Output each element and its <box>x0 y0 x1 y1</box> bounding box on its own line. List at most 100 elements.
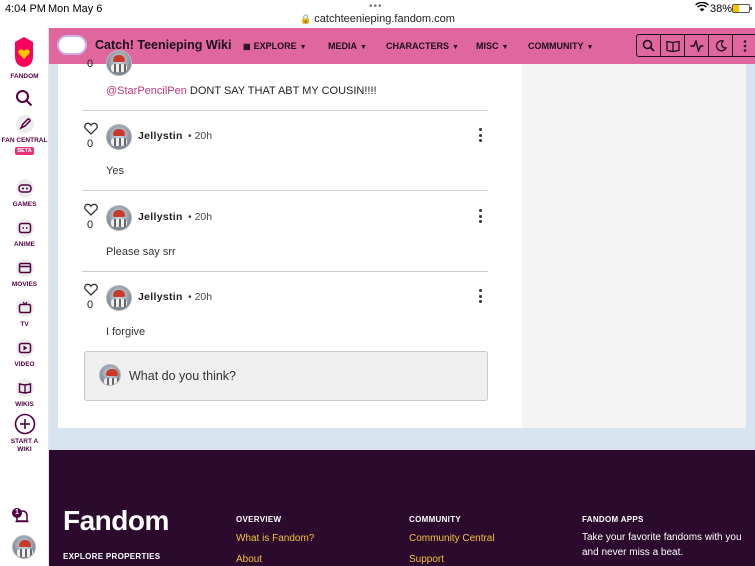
heart-icon[interactable] <box>84 283 98 296</box>
fandom-apps-text: Take your favorite fandoms with you and … <box>582 532 742 558</box>
comment-text: @StarPencilPen DONT SAY THAT ABT MY COUS… <box>106 85 377 97</box>
moon-icon <box>715 39 727 51</box>
theme-toggle-button[interactable] <box>709 35 733 56</box>
clapperboard-icon <box>15 259 34 277</box>
author-name[interactable]: Jellystin <box>138 211 183 223</box>
chevron-down-icon: ▼ <box>360 44 367 51</box>
fandom-logo-icon[interactable] <box>12 36 36 68</box>
nav-label: CHARACTERS <box>386 41 449 51</box>
like-count: 0 <box>87 299 94 311</box>
heart-icon[interactable] <box>84 203 98 216</box>
timestamp-value: 20h <box>194 291 213 303</box>
rail-label: FAN CENTRAL <box>1 137 48 144</box>
timestamp-value: 20h <box>194 130 213 142</box>
rail-games[interactable]: GAMES <box>0 178 49 209</box>
more-options-icon[interactable] <box>477 289 483 305</box>
rail-tv[interactable]: TV <box>0 298 49 329</box>
site-footer: Fandom EXPLORE PROPERTIES OVERVIEW What … <box>49 450 755 566</box>
comments-section: 0 @StarPencilPen DONT SAY THAT ABT MY CO… <box>58 50 522 428</box>
more-tools-button[interactable] <box>733 35 755 56</box>
nav-label: MISC <box>476 41 499 51</box>
reply-text: Yes <box>106 165 124 177</box>
reply-item: 0 Jellystin • 20h Yes <box>58 110 522 190</box>
avatar[interactable] <box>106 124 132 150</box>
chevron-down-icon: ▼ <box>299 44 307 51</box>
rail-video[interactable]: VIDEO <box>0 338 49 369</box>
wiki-logo[interactable] <box>57 35 87 55</box>
more-options-icon[interactable] <box>477 128 483 144</box>
fandom-apps-heading: FANDOM APPS <box>582 515 644 524</box>
rail-label: VIDEO <box>14 361 35 368</box>
rail-label: GAMES <box>12 201 37 208</box>
reply-text: I forgive <box>106 326 146 338</box>
chevron-down-icon: ▼ <box>586 44 594 51</box>
rail-label: MOVIES <box>11 281 38 288</box>
book-icon <box>15 379 34 397</box>
reply-text: Please say srr <box>106 246 176 258</box>
community-heading: COMMUNITY <box>409 515 462 524</box>
rail-start-a-wiki[interactable]: START A WIKI <box>0 413 49 454</box>
url-text: catchteenieping.fandom.com <box>314 13 455 25</box>
like-count: 0 <box>87 138 94 150</box>
explore-icon: ▦ <box>243 42 251 51</box>
footer-logo[interactable]: Fandom <box>63 505 169 537</box>
notification-count: 1 <box>12 508 22 518</box>
avatar[interactable] <box>106 285 132 311</box>
more-options-icon[interactable] <box>477 209 483 225</box>
anime-icon <box>15 219 34 237</box>
footer-link[interactable]: About <box>236 554 262 565</box>
explore-properties-heading: EXPLORE PROPERTIES <box>63 552 161 561</box>
reply-item: 0 Jellystin • 20h I forgive <box>58 271 522 351</box>
heart-icon[interactable] <box>84 122 98 135</box>
multitask-dots[interactable]: ••• <box>369 1 383 12</box>
notifications-button[interactable]: 1 <box>12 508 32 526</box>
avatar[interactable] <box>106 50 132 76</box>
search-icon <box>642 39 655 52</box>
more-vertical-icon <box>743 39 747 52</box>
timestamp: • 20h <box>188 130 213 142</box>
timestamp-value: 20h <box>194 211 213 223</box>
search-icon[interactable] <box>15 89 33 107</box>
rail-anime[interactable]: ANIME <box>0 218 49 249</box>
nav-media[interactable]: MEDIA ▼ <box>328 41 367 51</box>
wiki-book-button[interactable] <box>661 35 685 56</box>
timestamp: • 20h <box>188 291 213 303</box>
footer-link[interactable]: Community Central <box>409 533 495 544</box>
battery-percent: 38% <box>710 3 733 15</box>
rail-fan-central[interactable]: FAN CENTRAL BETA <box>0 114 49 155</box>
author-name[interactable]: Jellystin <box>138 130 183 142</box>
author-name[interactable]: Jellystin <box>138 291 183 303</box>
fandom-sidebar: FANDOM FAN CENTRAL BETA GAMES ANIME MOVI… <box>0 28 49 566</box>
address-bar[interactable]: 🔒 catchteenieping.fandom.com <box>0 13 755 25</box>
comment-input[interactable]: What do you think? <box>84 351 488 401</box>
mention-link[interactable]: @StarPencilPen <box>106 85 187 97</box>
like-count: 0 <box>87 58 94 70</box>
nav-community[interactable]: COMMUNITY ▼ <box>528 41 593 51</box>
avatar[interactable] <box>106 205 132 231</box>
wiki-search-button[interactable] <box>637 35 661 56</box>
tv-icon <box>15 299 34 317</box>
wifi-icon <box>695 2 709 12</box>
footer-link[interactable]: Support <box>409 554 444 565</box>
plus-circle-icon <box>14 413 35 435</box>
chevron-down-icon: ▼ <box>452 44 459 51</box>
rail-label: ANIME <box>14 241 35 248</box>
nav-misc[interactable]: MISC ▼ <box>476 41 508 51</box>
play-icon <box>15 339 34 357</box>
wiki-activity-button[interactable] <box>685 35 709 56</box>
rail-movies[interactable]: MOVIES <box>0 258 49 289</box>
fandom-brand-label: FANDOM <box>10 73 39 80</box>
rail-label: START A WIKI <box>10 438 39 453</box>
nav-characters[interactable]: CHARACTERS ▼ <box>386 41 459 51</box>
footer-link[interactable]: What is Fandom? <box>236 533 314 544</box>
rail-label: WIKIS <box>15 401 34 408</box>
user-avatar[interactable] <box>12 535 36 559</box>
wiki-top-nav: Catch! Teenieping Wiki ▦ EXPLORE ▼ MEDIA ▼ … <box>49 28 755 64</box>
avatar <box>99 364 121 386</box>
timestamp: • 20h <box>188 211 213 223</box>
comment-body: DONT SAY THAT ABT MY COUSIN!!!! <box>186 85 377 97</box>
rail-wikis[interactable]: WIKIS <box>0 378 49 409</box>
wiki-tools <box>636 34 755 57</box>
footer-logo-text: Fandom <box>63 505 169 536</box>
nav-explore[interactable]: ▦ EXPLORE ▼ <box>243 41 307 51</box>
